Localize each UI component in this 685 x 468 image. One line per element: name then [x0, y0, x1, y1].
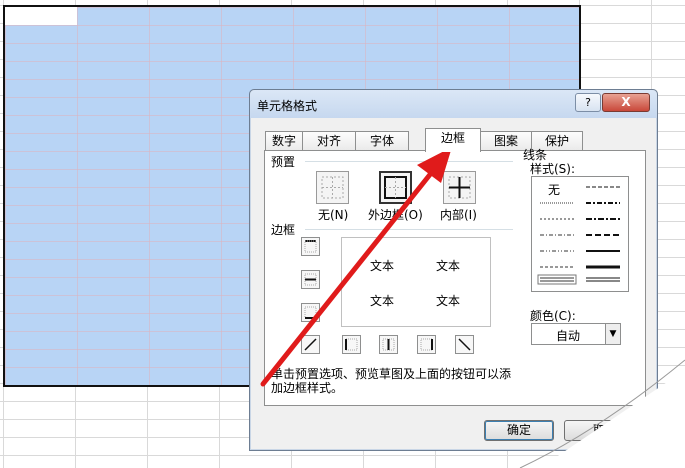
- border-middle-horizontal-button[interactable]: [301, 270, 320, 289]
- border-vertical-icon: [382, 338, 395, 351]
- close-button[interactable]: X: [602, 93, 650, 112]
- border-diagonal-down-button[interactable]: [455, 335, 474, 354]
- presets-label: 预置: [271, 155, 296, 169]
- border-outline-icon: [384, 176, 407, 199]
- line-color-value: 自动: [556, 329, 581, 343]
- chevron-down-icon[interactable]: ▼: [605, 324, 620, 344]
- line-style-list[interactable]: 无: [531, 176, 629, 292]
- border-separator: [305, 229, 513, 230]
- border-top-button[interactable]: [301, 237, 320, 256]
- line-color-select[interactable]: 自动 ▼: [531, 323, 621, 345]
- format-cells-dialog: 单元格格式 ? X 数字 对齐 字体 边框 图案 保护 预置 无(N) 外边框(…: [249, 89, 658, 451]
- preset-inside-button[interactable]: [443, 171, 476, 204]
- border-preview[interactable]: 文本 文本 文本 文本: [341, 237, 491, 327]
- tab-number[interactable]: 数字: [265, 131, 303, 151]
- border-label: 边框: [271, 223, 296, 237]
- preview-text: 文本: [370, 259, 395, 273]
- cancel-button[interactable]: 取: [564, 420, 634, 441]
- border-inside-icon: [448, 176, 471, 199]
- help-button[interactable]: ?: [575, 93, 601, 112]
- preview-text: 文本: [370, 294, 395, 308]
- tab-font[interactable]: 字体: [355, 131, 409, 151]
- border-none-icon: [321, 176, 344, 199]
- preset-none-label: 无(N): [318, 208, 349, 222]
- border-middle-vertical-button[interactable]: [379, 335, 398, 354]
- tab-border[interactable]: 边框: [425, 128, 481, 152]
- diagonal-down-icon: [458, 338, 471, 351]
- border-left-button[interactable]: [342, 335, 361, 354]
- active-cell[interactable]: [5, 7, 77, 25]
- preset-outline-label: 外边框(O): [368, 208, 423, 222]
- border-tab-panel: 预置 无(N) 外边框(O) 内部(I) 边框 文本 文本 文本 文本 单击预置…: [264, 148, 646, 406]
- border-left-icon: [345, 338, 358, 351]
- border-bottom-icon: [304, 306, 317, 319]
- dialog-titlebar[interactable]: 单元格格式 ? X: [250, 90, 657, 118]
- tab-alignment[interactable]: 对齐: [302, 131, 356, 151]
- preview-text: 文本: [436, 294, 461, 308]
- line-color-label: 颜色(C):: [530, 309, 576, 323]
- border-bottom-button[interactable]: [301, 303, 320, 322]
- border-horizontal-icon: [304, 273, 317, 286]
- border-top-icon: [304, 240, 317, 253]
- preview-text: 文本: [436, 259, 461, 273]
- preset-none-button[interactable]: [316, 171, 349, 204]
- border-hint-text: 单击预置选项、预览草图及上面的按钮可以添加边框样式。: [271, 367, 512, 395]
- border-right-button[interactable]: [417, 335, 436, 354]
- line-style-label: 样式(S):: [530, 162, 576, 176]
- preset-inside-label: 内部(I): [440, 208, 477, 222]
- border-right-icon: [420, 338, 433, 351]
- diagonal-up-icon: [304, 338, 317, 351]
- line-style-samples[interactable]: [532, 177, 628, 289]
- border-diagonal-up-button[interactable]: [301, 335, 320, 354]
- presets-separator: [305, 161, 513, 162]
- dialog-title: 单元格格式: [257, 99, 318, 113]
- ok-button[interactable]: 确定: [484, 420, 554, 441]
- preset-outline-button[interactable]: [379, 171, 412, 204]
